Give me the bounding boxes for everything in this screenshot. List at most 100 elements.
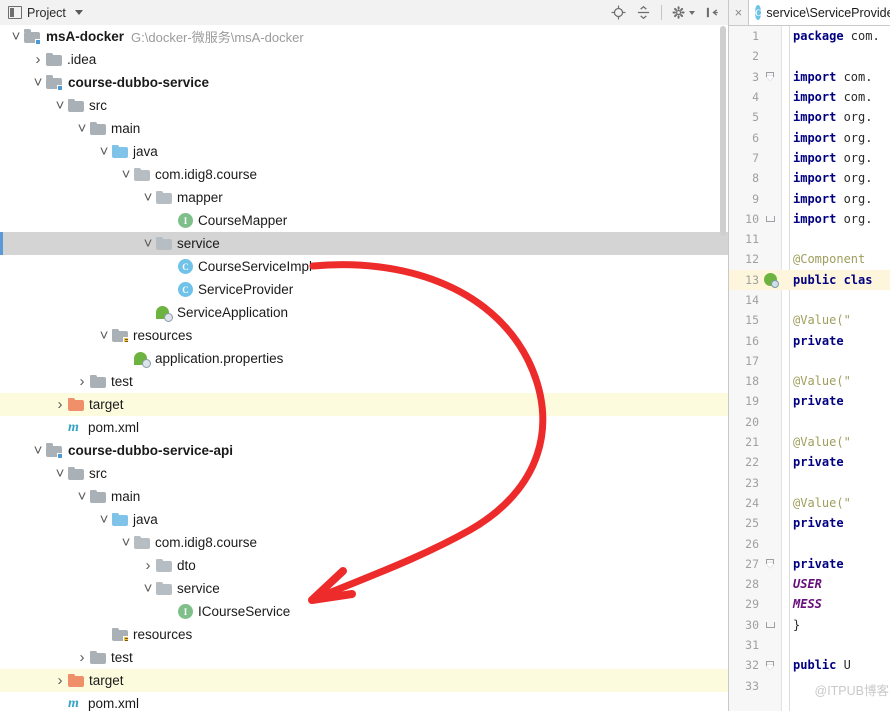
chevron-down-icon[interactable]: ˅	[140, 235, 156, 252]
code-line[interactable]: 28 USER	[729, 574, 890, 594]
fold-end-icon[interactable]	[765, 215, 775, 222]
code-line[interactable]: 6 import org.	[729, 127, 890, 147]
tree-row[interactable]: › test	[0, 370, 728, 393]
chevron-down-icon[interactable]: ˅	[96, 511, 112, 528]
collapse-all-icon[interactable]	[636, 5, 651, 20]
tree-row[interactable]: C CourseServiceImpl	[0, 255, 728, 278]
tree-row[interactable]: ˅ src	[0, 94, 728, 117]
code-line[interactable]: 9 import org.	[729, 188, 890, 208]
chevron-down-icon[interactable]: ˅	[8, 28, 24, 45]
chevron-down-icon[interactable]: ˅	[74, 488, 90, 505]
chevron-down-icon[interactable]: ˅	[30, 74, 46, 91]
code-line[interactable]: 8 import org.	[729, 168, 890, 188]
code-editor[interactable]: 1 package com. 2 3 import com. 4 import com. 5 i…	[729, 26, 890, 711]
code-line[interactable]: 14	[729, 290, 890, 310]
tree-row[interactable]: C ServiceProvider	[0, 278, 728, 301]
tree-row[interactable]: › test	[0, 646, 728, 669]
chevron-down-icon[interactable]: ˅	[52, 465, 68, 482]
close-icon[interactable]: ×	[729, 5, 748, 20]
tree-row[interactable]: m pom.xml	[0, 692, 728, 711]
code-line[interactable]: 31	[729, 635, 890, 655]
code-line[interactable]: 1 package com.	[729, 26, 890, 46]
tree-row[interactable]: ˅ course-dubbo-service	[0, 71, 728, 94]
code-line[interactable]: 27 private	[729, 554, 890, 574]
chevron-down-icon[interactable]: ˅	[96, 327, 112, 344]
project-tool-window-title[interactable]: Project	[0, 6, 83, 20]
tree-row[interactable]: › target	[0, 669, 728, 692]
tree-row[interactable]: ˅ com.idig8.course	[0, 163, 728, 186]
chevron-down-icon[interactable]	[74, 10, 83, 15]
locate-icon[interactable]	[611, 5, 626, 20]
code-line[interactable]: 21 @Value("	[729, 432, 890, 452]
chevron-right-icon[interactable]: ›	[140, 557, 156, 574]
code-line[interactable]: 7 import org.	[729, 148, 890, 168]
code-line[interactable]: 32 public U	[729, 655, 890, 675]
code-line[interactable]: 13 public clas	[729, 269, 890, 290]
code-line[interactable]: 30 }	[729, 615, 890, 635]
tree-row[interactable]: ˅ java	[0, 508, 728, 531]
code-line[interactable]: 22 private	[729, 452, 890, 472]
chevron-down-icon[interactable]: ˅	[140, 580, 156, 597]
tree-vertical-scrollbar[interactable]	[719, 26, 727, 710]
fold-collapse-icon[interactable]	[765, 660, 775, 670]
fold-collapse-icon[interactable]	[765, 559, 775, 568]
code-line[interactable]: 18 @Value("	[729, 371, 890, 391]
code-line[interactable]: 20	[729, 412, 890, 432]
fold-end-icon[interactable]	[765, 621, 775, 628]
tree-row[interactable]: I CourseMapper	[0, 209, 728, 232]
tree-row[interactable]: ˅ service	[0, 577, 728, 600]
chevron-down-icon[interactable]: ˅	[74, 120, 90, 137]
chevron-down-icon[interactable]: ˅	[96, 143, 112, 160]
chevron-down-icon[interactable]: ˅	[140, 189, 156, 206]
code-line[interactable]: 16 private	[729, 330, 890, 350]
tree-row[interactable]: ˅ src	[0, 462, 728, 485]
chevron-right-icon[interactable]: ›	[74, 373, 90, 390]
code-line[interactable]: 25 private	[729, 513, 890, 533]
code-line[interactable]: 2	[729, 46, 890, 66]
chevron-down-icon[interactable]: ˅	[30, 442, 46, 459]
tree-row[interactable]: › target	[0, 393, 728, 416]
code-line[interactable]: 5 import org.	[729, 107, 890, 127]
tree-row[interactable]: application.properties	[0, 347, 728, 370]
tree-row[interactable]: ˅ mapper	[0, 186, 728, 209]
tree-row[interactable]: › dto	[0, 554, 728, 577]
fold-collapse-icon[interactable]	[765, 72, 775, 81]
code-line[interactable]: 4 import com.	[729, 87, 890, 107]
scrollbar-thumb[interactable]	[720, 26, 726, 236]
tree-row[interactable]: ˅ resources	[0, 324, 728, 347]
code-line[interactable]: 29 MESS	[729, 594, 890, 614]
code-line[interactable]: 26	[729, 533, 890, 553]
code-line[interactable]: 23	[729, 473, 890, 493]
tree-row[interactable]: ˅ msA-docker G:\docker-微服务\msA-docker	[0, 25, 728, 48]
code-line[interactable]: 12 @Component	[729, 249, 890, 269]
tree-row[interactable]: ˅ com.idig8.course	[0, 531, 728, 554]
chevron-right-icon[interactable]: ›	[52, 396, 68, 413]
tree-row[interactable]: ˅ main	[0, 485, 728, 508]
tree-row[interactable]: resources	[0, 623, 728, 646]
editor-tab-service-provider[interactable]: C service\ServiceProvider	[747, 0, 890, 25]
code-line[interactable]: 19 private	[729, 391, 890, 411]
chevron-right-icon[interactable]: ›	[74, 649, 90, 666]
project-tree[interactable]: ˅ msA-docker G:\docker-微服务\msA-docker › .ide…	[0, 25, 728, 711]
chevron-right-icon[interactable]: ›	[30, 51, 46, 68]
code-line[interactable]: 11	[729, 229, 890, 249]
code-line[interactable]: 24 @Value("	[729, 493, 890, 513]
code-line[interactable]: 17	[729, 351, 890, 371]
tree-row[interactable]: m pom.xml	[0, 416, 728, 439]
chevron-down-icon[interactable]: ˅	[52, 97, 68, 114]
tree-row[interactable]: ˅ course-dubbo-service-api	[0, 439, 728, 462]
settings-icon[interactable]	[672, 5, 695, 20]
spring-bean-gutter-icon[interactable]	[763, 273, 779, 289]
tree-row[interactable]: ˅ main	[0, 117, 728, 140]
tree-row[interactable]: I ICourseService	[0, 600, 728, 623]
tree-row[interactable]: ˅ service	[0, 232, 728, 255]
tree-row[interactable]: ˅ java	[0, 140, 728, 163]
code-line[interactable]: 15 @Value("	[729, 310, 890, 330]
code-line[interactable]: 3 import com.	[729, 67, 890, 87]
chevron-down-icon[interactable]: ˅	[118, 166, 134, 183]
code-line[interactable]: 10 import org.	[729, 209, 890, 229]
chevron-right-icon[interactable]: ›	[52, 672, 68, 689]
settings-chevron-down-icon[interactable]	[689, 10, 695, 15]
tree-row[interactable]: ServiceApplication	[0, 301, 728, 324]
tree-row[interactable]: › .idea	[0, 48, 728, 71]
